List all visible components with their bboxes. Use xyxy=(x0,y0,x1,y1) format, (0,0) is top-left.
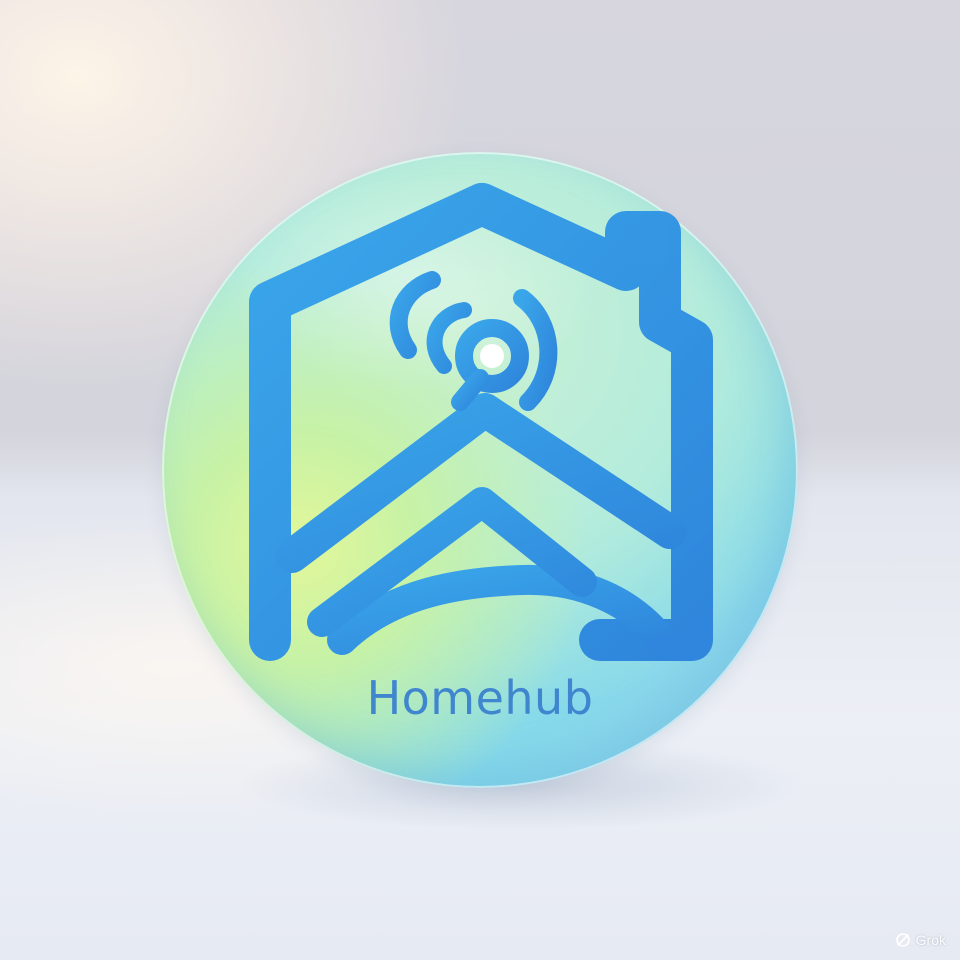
watermark: Grok xyxy=(895,932,946,948)
signal-dot xyxy=(480,344,504,368)
watermark-label: Grok xyxy=(915,932,946,948)
grok-logo-icon xyxy=(895,933,910,947)
brand-name: Homehub xyxy=(366,671,594,725)
chimney xyxy=(624,224,666,264)
inner-roof xyxy=(275,393,687,573)
